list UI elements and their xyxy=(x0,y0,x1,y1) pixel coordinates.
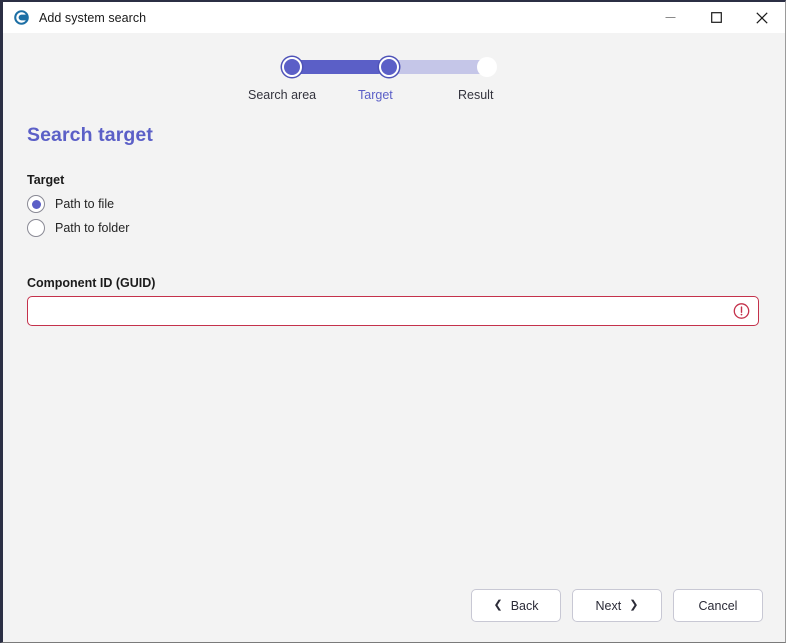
stepper-label-target: Target xyxy=(358,88,393,102)
minimize-icon xyxy=(665,17,675,18)
page-title: Search target xyxy=(27,124,153,146)
stepper-label-search-area: Search area xyxy=(248,88,317,102)
component-id-label: Component ID (GUID) xyxy=(27,276,156,290)
window-controls xyxy=(647,2,785,33)
radio-mark-icon xyxy=(27,195,45,213)
app-logo-icon xyxy=(14,10,29,25)
stepper-track xyxy=(282,57,497,77)
target-group-label: Target xyxy=(27,173,65,187)
maximize-icon xyxy=(710,12,722,23)
title-bar: Add system search xyxy=(3,2,785,33)
content-area: Search area Target Result Search target … xyxy=(3,33,785,642)
close-icon xyxy=(756,11,768,24)
footer-buttons: ❮ Back Next ❯ Cancel xyxy=(471,589,763,622)
cancel-button-label: Cancel xyxy=(698,598,738,613)
wizard-stepper: Search area Target Result xyxy=(248,57,497,106)
maximize-button[interactable] xyxy=(693,2,739,33)
cancel-button[interactable]: Cancel xyxy=(673,589,763,622)
component-id-input[interactable] xyxy=(27,296,759,326)
error-exclamation-icon xyxy=(733,303,750,319)
wizard-window: Add system search Search area Target Res… xyxy=(0,0,786,643)
window-title: Add system search xyxy=(39,10,147,25)
close-button[interactable] xyxy=(739,2,785,33)
component-id-field: Component ID (GUID) xyxy=(27,276,759,326)
component-id-input-wrap xyxy=(27,296,759,326)
stepper-dot-search-area[interactable] xyxy=(282,57,302,77)
back-button[interactable]: ❮ Back xyxy=(471,589,561,622)
form: Target Path to file Path to folder Compo… xyxy=(27,173,759,326)
radio-path-to-file[interactable]: Path to file xyxy=(27,192,759,216)
chevron-left-icon: ❮ xyxy=(493,599,503,611)
radio-mark-icon xyxy=(27,219,45,237)
radio-label-path-to-folder: Path to folder xyxy=(55,221,130,235)
next-button-label: Next xyxy=(595,598,622,613)
back-button-label: Back xyxy=(510,598,539,613)
chevron-right-icon: ❯ xyxy=(629,599,639,611)
next-button[interactable]: Next ❯ xyxy=(572,589,662,622)
stepper-dot-result[interactable] xyxy=(477,57,497,77)
radio-label-path-to-file: Path to file xyxy=(55,197,115,211)
radio-path-to-folder[interactable]: Path to folder xyxy=(27,216,759,240)
stepper-labels: Search area Target Result xyxy=(248,88,497,106)
stepper-dot-target[interactable] xyxy=(379,57,399,77)
stepper-label-result: Result xyxy=(458,88,494,102)
title-bar-left: Add system search xyxy=(3,9,647,26)
minimize-button[interactable] xyxy=(647,2,693,33)
